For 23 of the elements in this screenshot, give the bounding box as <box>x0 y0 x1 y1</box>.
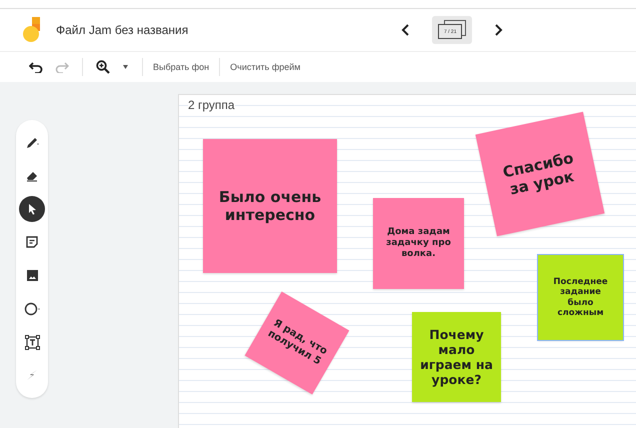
text-box-icon <box>24 334 40 350</box>
board-title: 2 группа <box>188 98 235 112</box>
sticky-note-icon <box>25 235 39 250</box>
logo-icon <box>22 17 42 43</box>
sticky-note[interactable]: Почему мало играем на уроке? <box>412 312 501 402</box>
pen-icon <box>25 136 39 150</box>
undo-icon <box>29 61 43 73</box>
circle-icon <box>24 302 40 316</box>
chevron-left-icon <box>401 24 412 36</box>
sticky-note[interactable]: Спасибо за урок <box>475 112 605 236</box>
sticky-note[interactable]: Дома задам задачку про волка. <box>373 198 464 289</box>
toolbar-button[interactable]: Выбрать фон <box>153 60 210 74</box>
select-tool[interactable] <box>19 196 45 222</box>
sticky-note[interactable]: Последнее задание было сложным <box>538 255 623 340</box>
chevron-right-icon <box>493 24 504 36</box>
redo-icon <box>55 61 69 73</box>
zoom-in-icon <box>96 60 110 74</box>
sticky-note[interactable]: Было очень интересно <box>203 139 337 273</box>
toolbar-button[interactable]: Очистить фрейм <box>230 60 300 74</box>
pointer-icon <box>26 203 38 216</box>
file-title[interactable]: Файл Jam без названия <box>56 23 188 37</box>
image-icon <box>26 269 38 282</box>
caret-icon[interactable] <box>123 65 128 69</box>
